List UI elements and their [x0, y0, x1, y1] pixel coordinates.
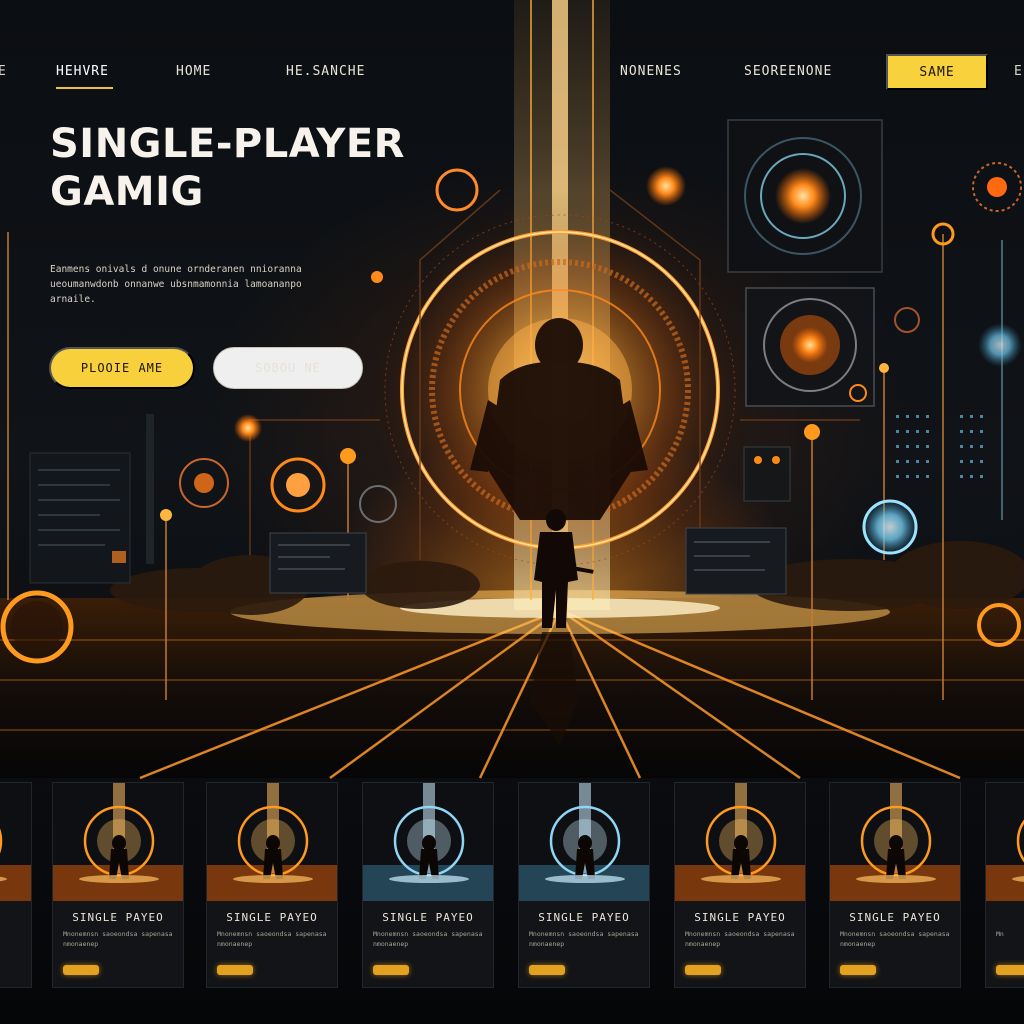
card-description: Mnonemnsn saoeondsa sapenasa nmonaenep	[685, 930, 795, 948]
game-landing-page: E HEHVRE HOME HE.SANCHE NONENES SEOREENO…	[0, 0, 1024, 1024]
secondary-cta-button[interactable]: SOBOU NE	[213, 347, 363, 389]
card-title: SINGLE PAYEO	[538, 911, 630, 924]
card-thumbnail	[207, 783, 337, 901]
game-card[interactable]: SINGLE PAYEO Mnonemnsn saoeondsa sapenasa…	[52, 782, 184, 988]
card-title: SINGLE PAYEO	[226, 911, 318, 924]
card-title: SINGLE PAYEO	[694, 911, 786, 924]
game-card[interactable]: SINGLE PAYEO Mnonemnsn saoeondsa sapenasa…	[206, 782, 338, 988]
card-description: Mnonemnsn saoeondsa sapenasa nmonaenep	[840, 930, 950, 948]
game-card[interactable]: SINGLE PAYEO Mnonemnsn saoeondsa sapenasa…	[362, 782, 494, 988]
card-description: Mn	[996, 930, 1004, 938]
hero-title-line2: GAMIG	[50, 169, 204, 215]
card-thumbnail	[53, 783, 183, 901]
card-play-button[interactable]	[685, 965, 721, 975]
game-card[interactable]: SINGLE PAYEO Mnonemnsn saoeondsa sapenasa…	[518, 782, 650, 988]
card-description: Mnonemnsn saoeondsa sapenasa nmonaenep	[529, 930, 639, 948]
card-thumbnail	[830, 783, 960, 901]
top-navigation: E HEHVRE HOME HE.SANCHE NONENES SEOREENO…	[0, 54, 1024, 94]
card-title: SINGLE PAYEO	[72, 911, 164, 924]
card-thumbnail	[986, 783, 1024, 901]
nav-item-home[interactable]: HOME	[176, 64, 211, 79]
card-play-button[interactable]	[63, 965, 99, 975]
game-card[interactable]: SINGLE PAYEO Mnonemnsn saoeondsa sapenasa…	[674, 782, 806, 988]
card-title: S	[986, 911, 1024, 924]
hero-title: SINGLE-PLAYER GAMIG	[50, 120, 470, 216]
card-play-button[interactable]	[996, 965, 1024, 975]
card-play-button[interactable]	[373, 965, 409, 975]
card-play-button[interactable]	[840, 965, 876, 975]
hero-description: Eanmens onivals d onune ornderanen nnior…	[50, 264, 302, 305]
card-thumbnail	[675, 783, 805, 901]
game-card[interactable]: S Mn	[985, 782, 1024, 988]
card-description: Mnonemnsn saoeondsa sapenasa nmonaenep	[63, 930, 173, 948]
nav-item-partial-left[interactable]: E	[0, 64, 6, 79]
card-title: SINGLE PAYEO	[382, 911, 474, 924]
nav-item-4[interactable]: NONENES	[620, 64, 682, 79]
nav-item-3[interactable]: HE.SANCHE	[286, 64, 365, 79]
card-description: Mnonemnsn saoeondsa sapenasa nmonaenep	[217, 930, 327, 948]
hero-title-line1: SINGLE-PLAYER	[50, 121, 405, 167]
nav-cta-button[interactable]: SAME	[886, 54, 988, 90]
nav-item-partial-right[interactable]: E	[1014, 64, 1022, 79]
game-cards-strip: SINGLE PAYEO Mnonemnsn saoeondsa sapenasa…	[0, 782, 1024, 992]
card-title: SINGLE PAYEO	[849, 911, 941, 924]
card-play-button[interactable]	[529, 965, 565, 975]
card-thumbnail	[519, 783, 649, 901]
card-play-button[interactable]	[217, 965, 253, 975]
game-card[interactable]: SINGLE PAYEO Mnonemnsn saoeondsa sapenasa…	[829, 782, 961, 988]
card-description: Mnonemnsn saoeondsa sapenasa nmonaenep	[373, 930, 483, 948]
primary-cta-button[interactable]: PLOOIE AME	[49, 347, 195, 389]
nav-item-active[interactable]: HEHVRE	[56, 64, 113, 89]
card-thumbnail	[0, 783, 31, 901]
game-card[interactable]	[0, 782, 32, 988]
card-thumbnail	[363, 783, 493, 901]
nav-item-5[interactable]: SEOREENONE	[744, 64, 832, 79]
